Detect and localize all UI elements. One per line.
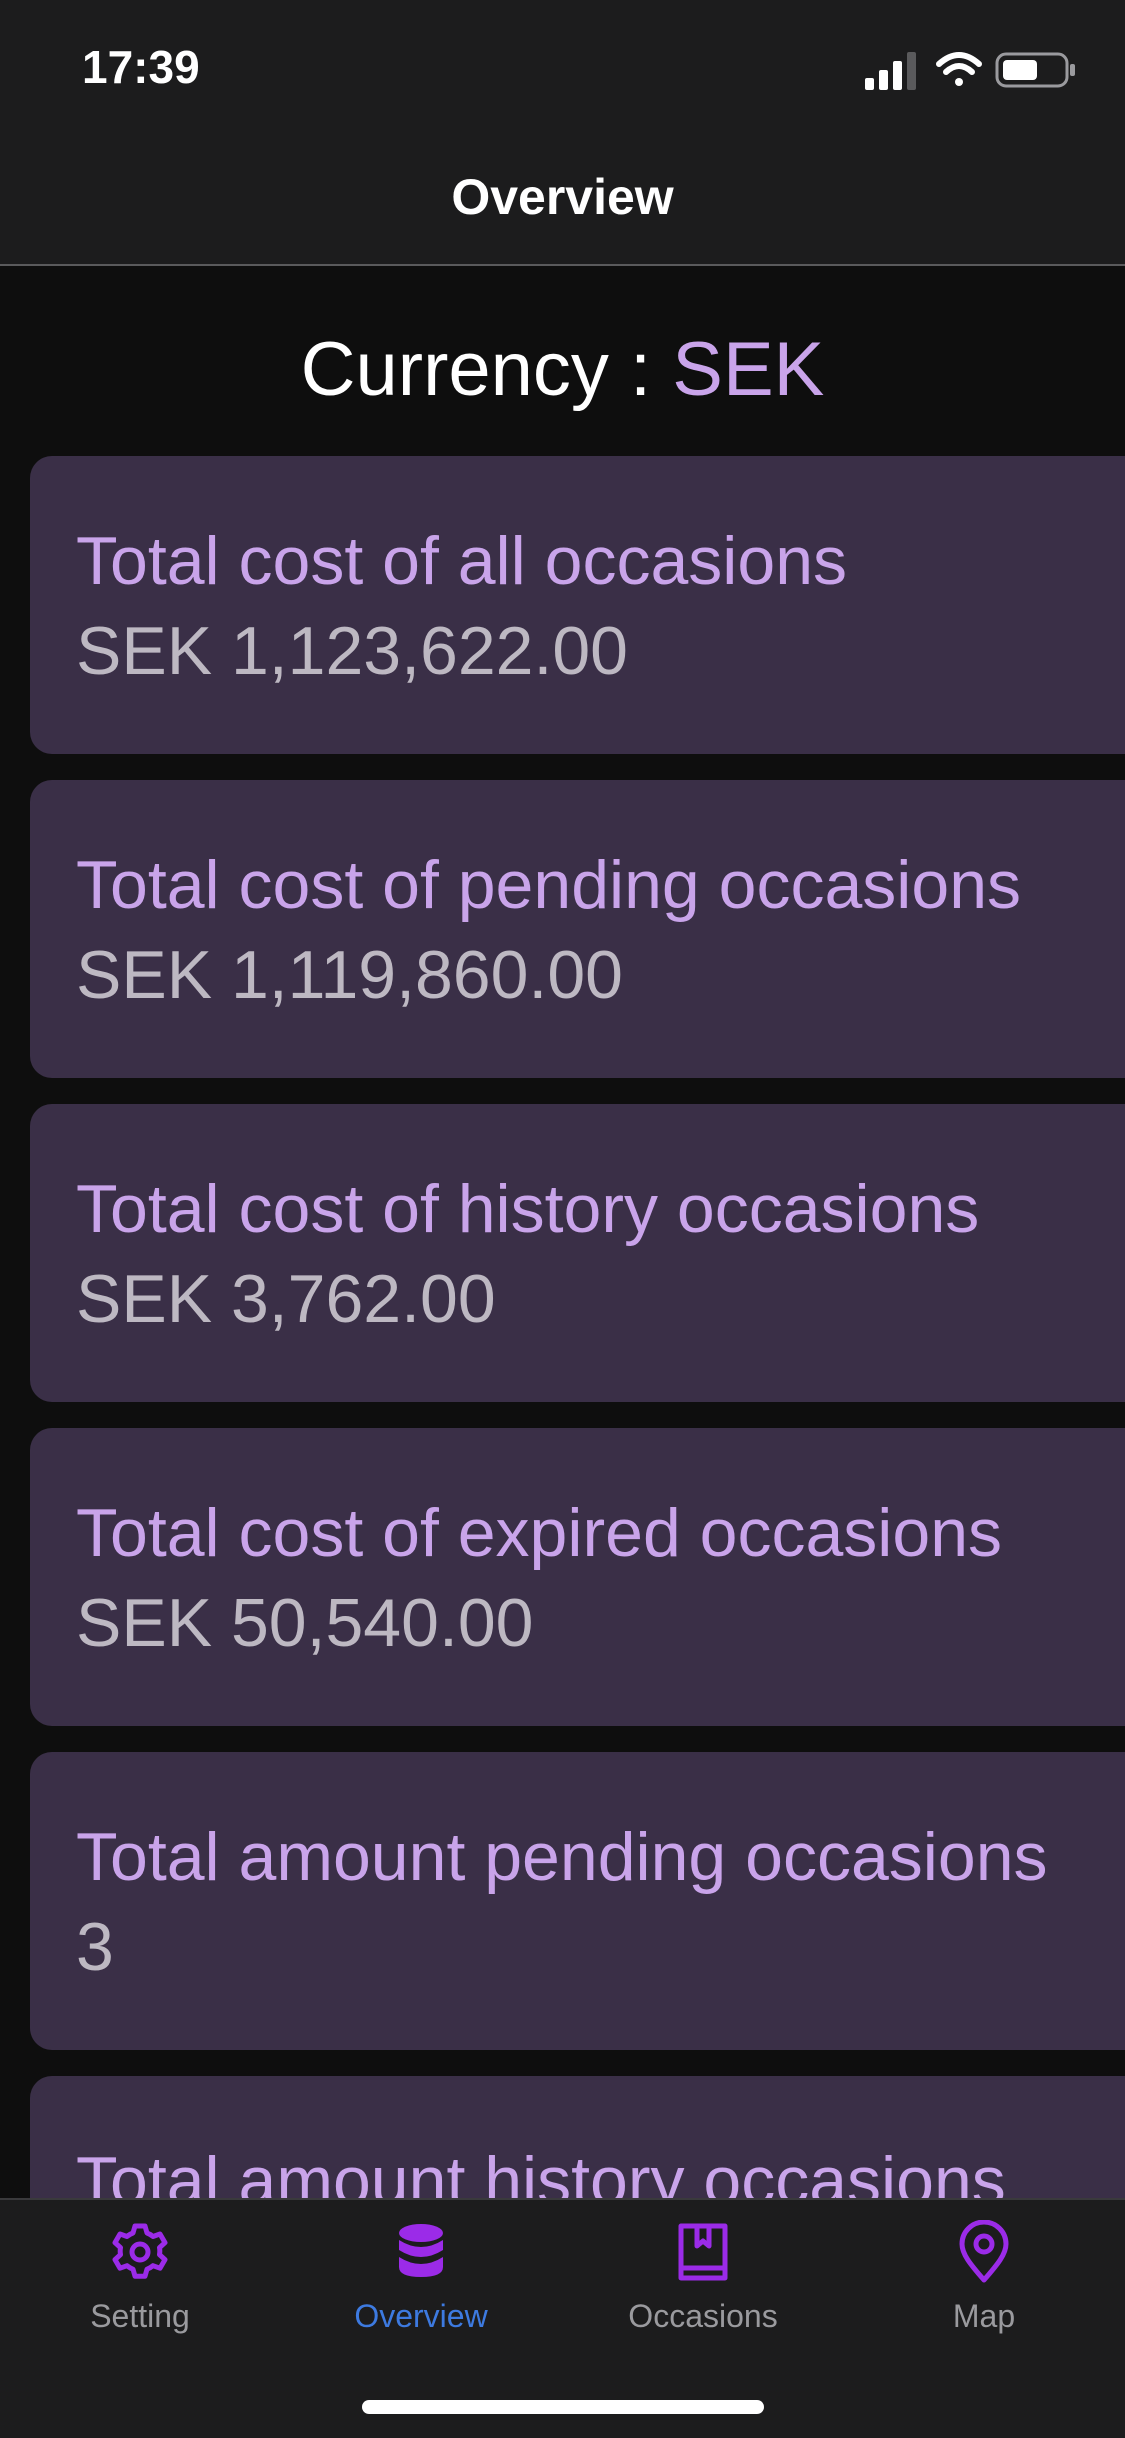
currency-row: Currency : SEK (0, 326, 1125, 413)
card-title: Total cost of expired occasions (76, 1495, 1003, 1571)
home-indicator[interactable] (362, 2400, 764, 2414)
tab-overview[interactable]: Overview (321, 2220, 521, 2370)
gear-icon (112, 2223, 168, 2279)
tab-occasions[interactable]: Occasions (603, 2220, 803, 2370)
currency-label: Currency : (300, 327, 673, 412)
status-icons (865, 48, 1085, 92)
card-title: Total amount pending occasions (76, 1819, 1048, 1895)
tab-label: Overview (354, 2298, 488, 2334)
card-total-cost-expired: Total cost of expired occasions SEK 50,5… (30, 1428, 1125, 1726)
card-value: 3 (76, 1909, 114, 1985)
card-total-cost-pending: Total cost of pending occasions SEK 1,11… (30, 780, 1125, 1078)
card-value: SEK 50,540.00 (76, 1585, 534, 1661)
card-total-cost-all: Total cost of all occasions SEK 1,123,62… (30, 456, 1125, 754)
card-value: SEK 3,762.00 (76, 1261, 496, 1337)
bookmark-book-icon (678, 2223, 728, 2281)
card-value: SEK 1,123,622.00 (76, 613, 629, 689)
tab-label: Occasions (628, 2298, 778, 2334)
tab-map[interactable]: Map (884, 2220, 1084, 2370)
tab-label: Map (952, 2298, 1016, 2334)
tab-label: Setting (90, 2298, 190, 2334)
card-title: Total cost of all occasions (76, 523, 848, 599)
card-title: Total cost of pending occasions (76, 847, 1022, 923)
page-title: Overview (451, 169, 674, 225)
map-pin-icon (959, 2220, 1009, 2283)
card-title: Total cost of history occasions (76, 1171, 980, 1247)
cellular-signal-icon (865, 52, 916, 90)
currency-value: SEK (672, 327, 825, 412)
status-time: 17:39 (82, 41, 200, 93)
database-icon (399, 2224, 443, 2277)
card-value: SEK 1,119,860.00 (76, 937, 623, 1013)
status-bar: 17:39 (0, 0, 1125, 136)
card-total-cost-history: Total cost of history occasions SEK 3,76… (30, 1104, 1125, 1402)
tab-bar: Setting Overview Occasions Map (0, 2198, 1125, 2438)
wifi-icon (936, 52, 982, 86)
tab-setting[interactable]: Setting (40, 2220, 240, 2370)
battery-icon (995, 52, 1075, 88)
card-total-amount-pending: Total amount pending occasions 3 (30, 1752, 1125, 2050)
navigation-bar: Overview (0, 136, 1125, 266)
